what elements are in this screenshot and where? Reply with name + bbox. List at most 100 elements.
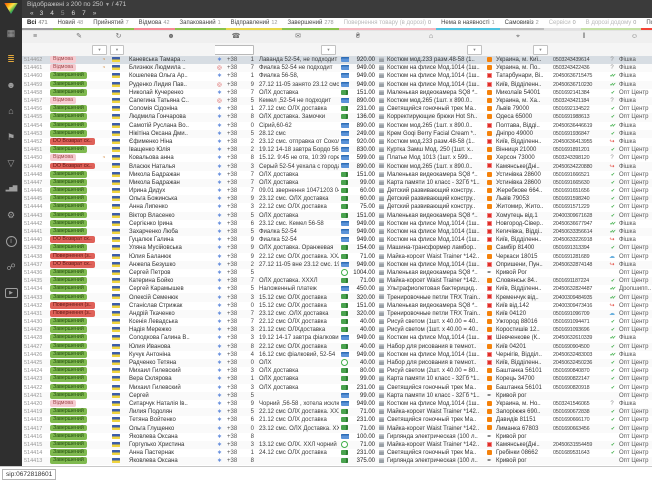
call-icon[interactable]: ∗ bbox=[217, 303, 222, 309]
sidebar-item-partners[interactable]: ☍ bbox=[0, 254, 22, 280]
sidebar-item-orders[interactable]: ≣ bbox=[0, 46, 22, 72]
missed-call-icon[interactable]: ◎ bbox=[217, 65, 222, 71]
call-icon[interactable]: ∗ bbox=[217, 213, 222, 219]
table-row[interactable]: 514454ЗавершенийСамотій Руслана Во..∗+38… bbox=[22, 122, 652, 130]
source-filter-dropdown[interactable]: ▼ bbox=[110, 45, 124, 55]
table-row[interactable]: 514413ЗавершенийЯковлева Оксана∗+388375.… bbox=[22, 457, 652, 465]
call-icon[interactable]: ∗ bbox=[217, 385, 222, 391]
call-icon[interactable]: ∗ bbox=[217, 155, 222, 161]
table-row[interactable]: 514456ЗавершенийСоломія Сідоніна∗+38127.… bbox=[22, 105, 652, 113]
status-filter-dropdown[interactable]: ▼ bbox=[92, 45, 107, 55]
table-row[interactable]: 514424ЗавершенийМихаил Гилевский∗+383ОЛХ… bbox=[22, 367, 652, 375]
table-row[interactable]: 514417ЗавершенийОльга Глущенко∗+38023.12… bbox=[22, 424, 652, 432]
sidebar-item-info[interactable]: i bbox=[0, 228, 22, 254]
call-icon[interactable]: ∗ bbox=[217, 344, 222, 350]
table-row[interactable]: 514425ЗавершенийРадченко Тетяна∗+380ОЛХ4… bbox=[22, 359, 652, 367]
table-row[interactable]: 514418ЗавершенийТетяна Войтенко∗+38621.1… bbox=[22, 416, 652, 424]
tab-out-of-stock[interactable]: Нема в наявності1 bbox=[436, 18, 500, 30]
call-icon[interactable]: ∗ bbox=[217, 106, 222, 112]
call-icon[interactable]: ∗ bbox=[217, 401, 222, 407]
sidebar-item-statistics[interactable]: ▂▅▇ bbox=[0, 176, 22, 202]
call-icon[interactable]: ∗ bbox=[217, 254, 222, 260]
pager-page-5[interactable]: 5 bbox=[61, 9, 65, 18]
table-row[interactable]: 514426ЗавершенийКучук Антоніна∗+38416.12… bbox=[22, 351, 652, 359]
call-icon[interactable]: ∗ bbox=[217, 196, 222, 202]
call-icon[interactable]: ∗ bbox=[217, 245, 222, 251]
call-icon[interactable]: ∗ bbox=[217, 286, 222, 292]
table-row[interactable]: 514447ЗавершенийМикола Бадражан∗+387ОЛХ … bbox=[22, 179, 652, 187]
table-row[interactable]: 514419ЗавершенийЛилия Подолян∗+38522.12 … bbox=[22, 408, 652, 416]
call-icon[interactable]: ∗ bbox=[217, 204, 222, 210]
call-icon[interactable]: ∗ bbox=[217, 237, 222, 243]
pager-first-button[interactable]: « bbox=[30, 9, 33, 18]
column-header-payment[interactable]: ₴ bbox=[339, 31, 377, 43]
table-row[interactable]: 514446ЗавершенийИрина Дидух∗+38709.01 зв… bbox=[22, 187, 652, 195]
call-icon[interactable]: ∗ bbox=[217, 360, 222, 366]
tab-done[interactable]: Завершений278 bbox=[282, 18, 338, 30]
table-row[interactable]: 514429ЗавершенийНадія Мережко∗+38321.12 … bbox=[22, 326, 652, 334]
column-header-tracking[interactable]: ‖ bbox=[551, 31, 617, 43]
products-filter-dropdown[interactable]: ▼ bbox=[467, 45, 482, 55]
table-row[interactable]: 514449DO Возврат ск..Власюк Наталья∗+383… bbox=[22, 162, 652, 170]
call-icon[interactable]: ∗ bbox=[217, 311, 222, 317]
table-row[interactable]: 514451ЗавершенийІващенко Юлія∗+38219.12 … bbox=[22, 146, 652, 154]
call-icon[interactable]: ∗ bbox=[217, 409, 222, 415]
table-row[interactable]: 514442ЗавершенийСергієнко Ірина∗+38623.1… bbox=[22, 220, 652, 228]
sidebar-item-warehouse[interactable]: ⌂ bbox=[0, 98, 22, 124]
sidebar-item-funnel[interactable]: ▽ bbox=[0, 150, 22, 176]
call-icon[interactable]: ∗ bbox=[217, 131, 222, 137]
pager-page-4[interactable]: 4 bbox=[50, 9, 54, 18]
pager-page-3[interactable]: 3 bbox=[40, 9, 44, 18]
pager-last-button[interactable]: » bbox=[93, 9, 96, 18]
table-row[interactable]: 514455ЗавершенийЛюдмила Гончарова∗+388ОЛ… bbox=[22, 113, 652, 121]
table-row[interactable]: 514421ЗавершенийСергей∗+38599.00Карта па… bbox=[22, 392, 652, 400]
table-row[interactable]: 514453ЗавершенийНікітіна Оксана Дми..∗+3… bbox=[22, 130, 652, 138]
table-row[interactable]: 514450Відмова◔Ковальова анна∗+38815.12. … bbox=[22, 154, 652, 162]
call-icon[interactable]: ∗ bbox=[217, 376, 222, 382]
app-logo-icon[interactable] bbox=[4, 2, 18, 14]
phone-filter-input[interactable] bbox=[215, 45, 254, 55]
call-icon[interactable]: ∗ bbox=[217, 319, 222, 325]
table-row[interactable]: 514441ЗавершенийЗахарченко Люба∗+385Фиал… bbox=[22, 228, 652, 236]
column-header-source[interactable]: ↻ bbox=[110, 31, 127, 43]
call-icon[interactable]: ∗ bbox=[217, 90, 222, 96]
call-icon[interactable]: ∗ bbox=[217, 393, 222, 399]
table-row[interactable]: 514460ЗавершенийКошелева Ольга Ар..∗+381… bbox=[22, 72, 652, 80]
tab-return-transit[interactable]: Повернення товару (в дорозі)0 bbox=[339, 18, 437, 30]
pager-page-7[interactable]: 7 bbox=[82, 9, 86, 18]
sidebar-item-video-tutorials[interactable]: ▶ bbox=[0, 280, 22, 306]
call-icon[interactable]: ∗ bbox=[217, 164, 222, 170]
table-row[interactable]: 514458ЗавершенийНиколай Кучеренко∗+387ОЛ… bbox=[22, 89, 652, 97]
sidebar-item-clients[interactable]: ☻ bbox=[0, 72, 22, 98]
address-filter-dropdown[interactable]: ▼ bbox=[533, 45, 548, 55]
tab-accepted[interactable]: Прийнятий7 bbox=[88, 18, 133, 30]
table-row[interactable]: 514461Відмова◔Близнюк Людмила ..◎+387Фиа… bbox=[22, 64, 652, 72]
table-row[interactable]: 514443ЗавершенийВіктор Власенко∗+385ОЛХ … bbox=[22, 212, 652, 220]
table-row[interactable]: 514431Повернення (з..Андрій Ткаченко∗+38… bbox=[22, 310, 652, 318]
table-row[interactable]: 514435ЗавершенийКатерина Бойко∗+387ОЛХ д… bbox=[22, 277, 652, 285]
table-row[interactable]: 514432Повернення (з..Станіслав Стрижак∗+… bbox=[22, 302, 652, 310]
table-row[interactable]: 514416ЗавершенийЯковлева Оксана∗+388100.… bbox=[22, 433, 652, 441]
comment-filter-dropdown[interactable]: ▼ bbox=[321, 45, 336, 55]
call-icon[interactable]: ∗ bbox=[217, 139, 222, 145]
call-icon[interactable]: ∗ bbox=[217, 270, 222, 276]
tab-on-way-home[interactable]: В дорозі додому0 bbox=[581, 18, 642, 30]
call-icon[interactable]: ∗ bbox=[217, 262, 222, 268]
table-row[interactable]: 514437DO Возврат ск..Анжела Безушко∗+382… bbox=[22, 261, 652, 269]
table-row[interactable]: 514423ЗавершенийВера Склярова∗+381ОЛХ до… bbox=[22, 375, 652, 383]
call-icon[interactable]: ∗ bbox=[217, 278, 222, 284]
tab-shipped[interactable]: Відправлений12 bbox=[226, 18, 283, 30]
table-row[interactable]: 514457ВідмоваСапегина Татьяна С..◎+385Ке… bbox=[22, 97, 652, 105]
column-header-address[interactable]: ⌖ bbox=[485, 31, 551, 43]
tab-refused[interactable]: Відмова42 bbox=[134, 18, 175, 30]
call-icon[interactable]: ∗ bbox=[217, 434, 222, 440]
table-row[interactable]: 514420ВідмоваСитарчук Наталія Ів..∗+389Ч… bbox=[22, 400, 652, 408]
table-row[interactable]: 514462Відмова◔Каневська Тамара ..∗+381Ла… bbox=[22, 56, 652, 64]
table-row[interactable]: 514436ЗавершенийСергей Петров∗+3851004.0… bbox=[22, 269, 652, 277]
sidebar-item-price-tag[interactable]: ⚑ bbox=[0, 124, 22, 150]
table-row[interactable]: 514438Повернення (з..Юлия Баланюк∗+38922… bbox=[22, 253, 652, 261]
column-header-manager[interactable]: ☺ bbox=[617, 31, 652, 43]
call-icon[interactable]: ∗ bbox=[217, 352, 222, 358]
call-icon[interactable]: ∗ bbox=[217, 114, 222, 120]
tab-pickup[interactable]: Самовивіз2 bbox=[500, 18, 544, 30]
